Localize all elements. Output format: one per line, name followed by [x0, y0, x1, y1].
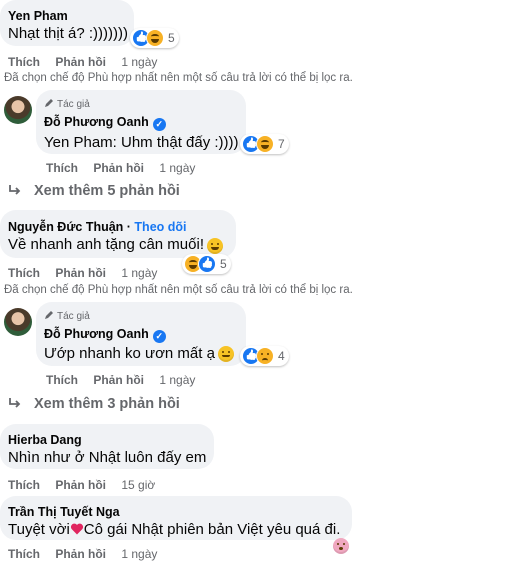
- author-tag: Tác giả: [44, 98, 90, 110]
- like-button[interactable]: Thích: [8, 478, 40, 492]
- comment-actions: Thích Phản hồi 1 ngày: [8, 547, 157, 561]
- mention[interactable]: Yen Pham:: [44, 134, 117, 151]
- like-button[interactable]: Thích: [46, 373, 78, 387]
- reaction-count: 4: [278, 349, 285, 363]
- reaction-count: 5: [168, 31, 175, 45]
- comment-timestamp[interactable]: 1 ngày: [159, 161, 195, 175]
- red-heart-icon: [70, 523, 83, 535]
- comment-timestamp[interactable]: 1 ngày: [121, 547, 157, 561]
- haha-icon: [256, 135, 274, 153]
- like-icon: [198, 255, 216, 273]
- comment-timestamp[interactable]: 1 ngày: [121, 55, 157, 69]
- filter-notice: Đã chọn chế độ Phù hợp nhất nên một số c…: [4, 72, 353, 84]
- comment-text: Nhìn như ở Nhật luôn đấy em: [8, 449, 207, 466]
- pencil-icon: [45, 311, 53, 319]
- reply-arrow-icon: [9, 185, 21, 195]
- view-more-replies[interactable]: Xem thêm 5 phản hồi: [8, 183, 180, 199]
- comment-actions: Thích Phản hồi 1 ngày: [46, 373, 195, 387]
- view-more-replies[interactable]: Xem thêm 3 phản hồi: [8, 396, 180, 412]
- verified-badge-icon: ✓: [152, 118, 166, 131]
- commenter-name[interactable]: Hierba Dang: [8, 433, 82, 447]
- comment-timestamp[interactable]: 1 ngày: [159, 373, 195, 387]
- comment-actions: Thích Phản hồi 1 ngày: [8, 55, 157, 69]
- reaction-summary[interactable]: 4: [240, 346, 289, 366]
- comment-text: Yen Pham: Uhm thật đấy :)))): [44, 134, 239, 151]
- commenter-name[interactable]: Nguyễn Đức Thuận · Theo dõi: [8, 220, 187, 234]
- reply-button[interactable]: Phản hồi: [55, 266, 106, 280]
- grinning-emoji-icon: [207, 238, 223, 254]
- reply-button[interactable]: Phản hồi: [55, 547, 106, 561]
- reaction-summary[interactable]: 5: [130, 28, 179, 48]
- haha-icon: [146, 29, 164, 47]
- verified-badge-icon: ✓: [152, 330, 166, 343]
- reply-button[interactable]: Phản hồi: [93, 373, 144, 387]
- commenter-name[interactable]: Đỗ Phương Oanh ✓: [44, 115, 166, 131]
- reaction-count: 5: [220, 257, 227, 271]
- comment-actions: Thích Phản hồi 1 ngày: [8, 266, 157, 280]
- commenter-name[interactable]: Trần Thị Tuyết Nga: [8, 505, 120, 519]
- follow-button[interactable]: Theo dõi: [134, 220, 186, 234]
- comment-text: Nhạt thịt á? :))))))): [8, 25, 129, 42]
- reply-button[interactable]: Phản hồi: [55, 478, 106, 492]
- commenter-name[interactable]: Đỗ Phương Oanh ✓: [44, 327, 166, 343]
- comment-actions: Thích Phản hồi 15 giờ: [8, 478, 155, 492]
- sad-icon: [256, 347, 274, 365]
- comment-timestamp[interactable]: 15 giờ: [121, 478, 155, 492]
- comment-text: Về nhanh anh tặng cân muối!: [8, 236, 204, 253]
- like-button[interactable]: Thích: [8, 266, 40, 280]
- like-button[interactable]: Thích: [46, 161, 78, 175]
- comment-timestamp[interactable]: 1 ngày: [121, 266, 157, 280]
- reaction-summary[interactable]: 7: [240, 134, 289, 154]
- author-tag: Tác giả: [44, 310, 90, 322]
- avatar[interactable]: [4, 308, 32, 336]
- reply-arrow-icon: [9, 398, 21, 408]
- avatar[interactable]: [4, 96, 32, 124]
- smiling-emoji-icon: [218, 346, 234, 362]
- pencil-icon: [45, 99, 53, 107]
- comment-text: Tuyệt vời Cô gái Nhật phiên bản Việt yêu…: [8, 521, 341, 538]
- like-button[interactable]: Thích: [8, 547, 40, 561]
- filter-notice: Đã chọn chế độ Phù hợp nhất nên một số c…: [4, 284, 353, 296]
- reply-button[interactable]: Phản hồi: [55, 55, 106, 69]
- comment-actions: Thích Phản hồi 1 ngày: [46, 161, 195, 175]
- comment-text: Ướp nhanh ko ươn mất ạ: [44, 345, 215, 362]
- reaction-summary[interactable]: 5: [182, 254, 231, 274]
- reply-button[interactable]: Phản hồi: [93, 161, 144, 175]
- commenter-name[interactable]: Yen Pham: [8, 9, 68, 23]
- like-button[interactable]: Thích: [8, 55, 40, 69]
- reaction-count: 7: [278, 137, 285, 151]
- kissing-emoji-icon: [333, 538, 349, 554]
